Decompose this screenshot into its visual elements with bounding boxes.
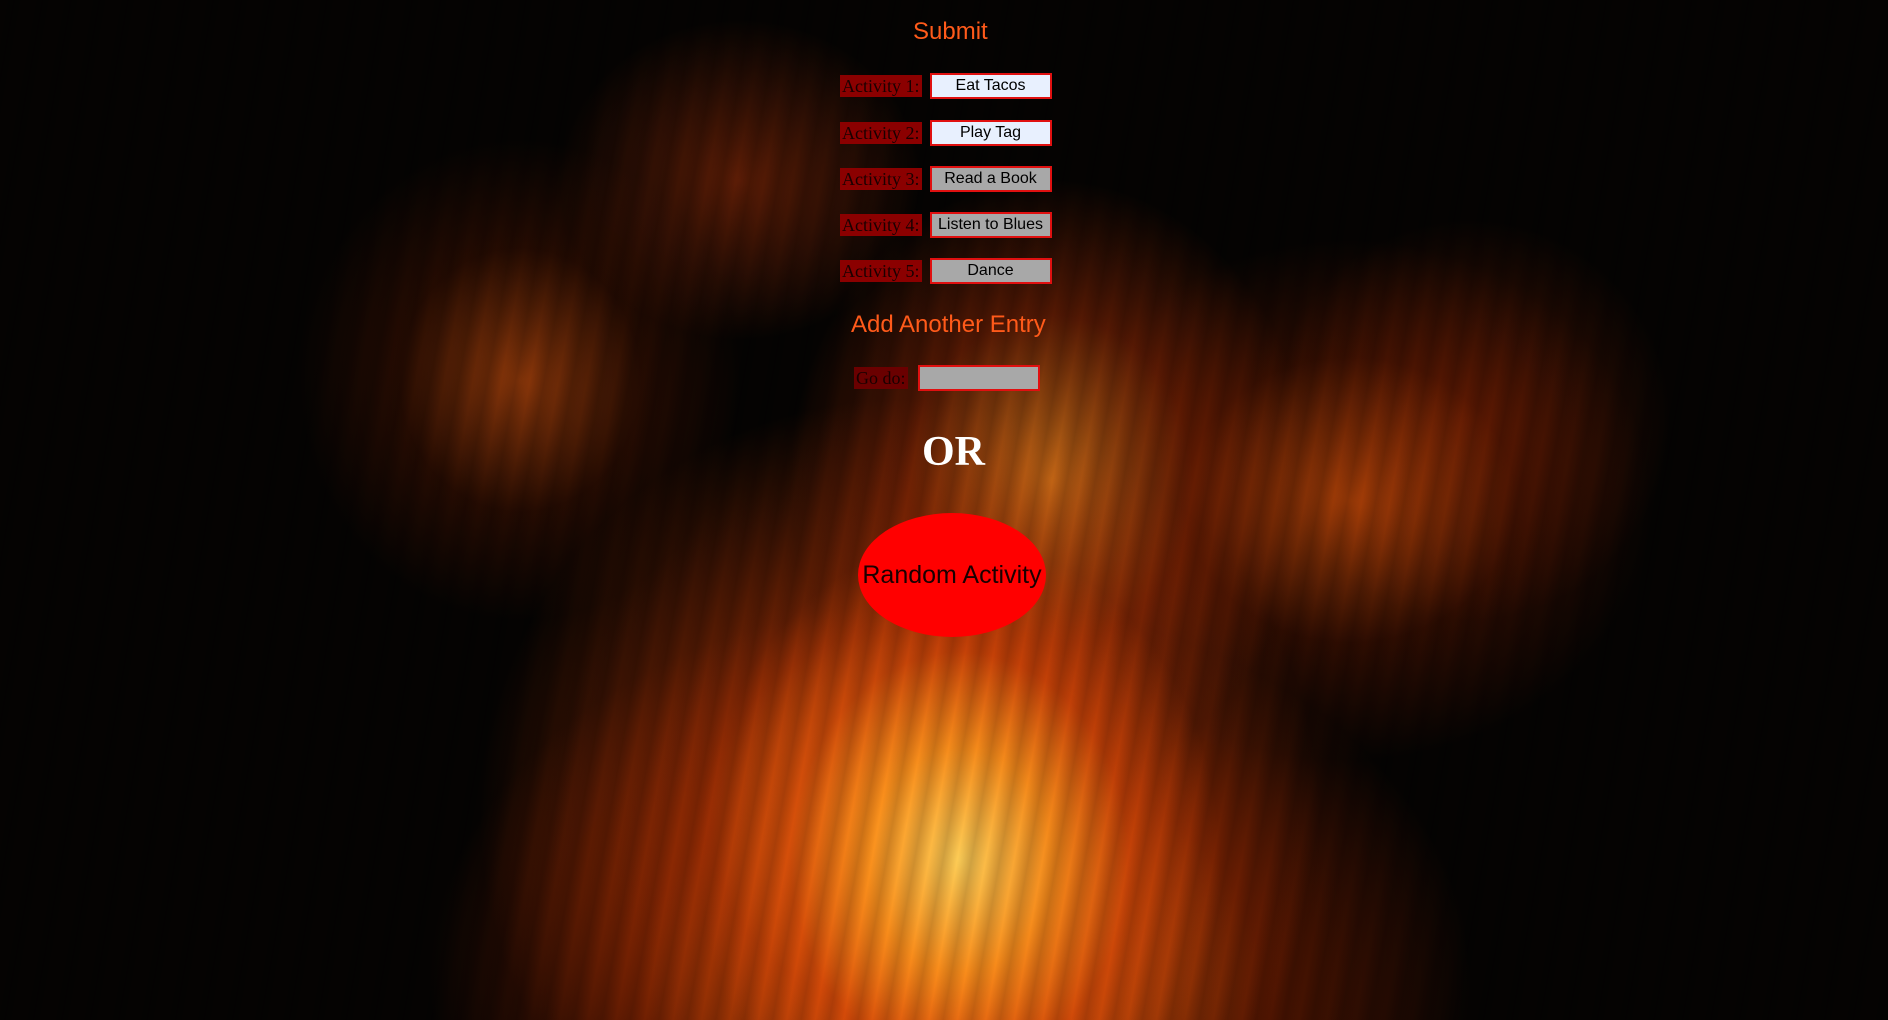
go-do-row: Go do: (854, 365, 1040, 391)
activity-label-5: Activity 5: (840, 260, 922, 282)
activity-row-5: Activity 5: (840, 258, 1052, 284)
activity-input-5[interactable] (929, 258, 1052, 284)
submit-link[interactable]: Submit (913, 18, 988, 46)
activity-input-3[interactable] (929, 166, 1052, 192)
go-do-label: Go do: (854, 367, 908, 389)
or-divider-text: OR (922, 429, 985, 475)
activity-row-2: Activity 2: (840, 120, 1052, 146)
activity-input-2[interactable] (929, 120, 1052, 146)
random-activity-button[interactable]: Random Activity (858, 513, 1046, 637)
activity-row-4: Activity 4: (840, 212, 1052, 238)
activity-label-1: Activity 1: (840, 75, 922, 97)
add-another-entry-link[interactable]: Add Another Entry (851, 311, 1046, 339)
activity-input-4[interactable] (929, 212, 1052, 238)
activity-label-2: Activity 2: (840, 122, 922, 144)
activity-label-4: Activity 4: (840, 214, 922, 236)
activity-row-1: Activity 1: (840, 73, 1052, 99)
activity-row-3: Activity 3: (840, 166, 1052, 192)
activity-label-3: Activity 3: (840, 168, 922, 190)
go-do-output (917, 365, 1040, 391)
page: Submit Activity 1: Activity 2: Activity … (0, 0, 1888, 1020)
activity-input-1[interactable] (929, 73, 1052, 99)
